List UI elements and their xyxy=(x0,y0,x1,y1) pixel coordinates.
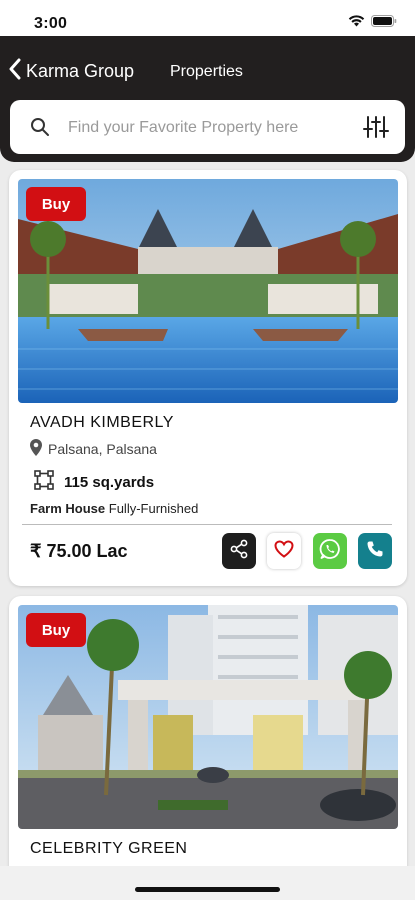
property-card[interactable]: Buy AVADH KIMBERLY Palsana, Palsana 115 … xyxy=(9,170,407,586)
whatsapp-icon xyxy=(319,538,341,565)
filter-sliders-icon[interactable] xyxy=(363,114,389,145)
property-area: 115 sq.yards xyxy=(30,470,154,494)
favorite-button[interactable] xyxy=(267,533,301,569)
phone-icon xyxy=(366,540,384,563)
status-time: 3:00 xyxy=(34,15,68,32)
nav-row: Karma Group Properties xyxy=(0,55,415,89)
property-name[interactable]: CELEBRITY GREEN xyxy=(30,840,187,858)
home-indicator[interactable] xyxy=(135,887,280,892)
furnishing-label: Fully-Furnished xyxy=(108,501,199,516)
search-input[interactable] xyxy=(68,114,328,142)
area-icon xyxy=(30,470,64,494)
location-text: Palsana, Palsana xyxy=(48,441,157,457)
wifi-icon xyxy=(348,15,365,27)
status-icons xyxy=(348,15,397,27)
area-text: 115 sq.yards xyxy=(64,473,155,491)
bottom-safe-area xyxy=(0,866,415,900)
buy-badge: Buy xyxy=(26,613,86,647)
whatsapp-button[interactable] xyxy=(313,533,347,569)
property-card[interactable]: Buy CELEBRITY GREEN xyxy=(9,596,407,886)
back-chevron-icon xyxy=(8,58,26,85)
search-icon xyxy=(30,117,50,142)
call-button[interactable] xyxy=(358,533,392,569)
property-price: ₹ 75.00 Lac xyxy=(30,541,128,561)
page-title: Properties xyxy=(170,63,243,80)
property-type: Farm House Fully-Furnished xyxy=(30,501,198,516)
search-bar xyxy=(10,100,405,154)
divider xyxy=(22,524,392,525)
location-pin-icon xyxy=(30,439,48,459)
share-icon xyxy=(229,539,249,564)
heart-icon xyxy=(274,539,294,563)
buy-badge: Buy xyxy=(26,187,86,221)
property-type-label: Farm House xyxy=(30,501,106,516)
share-button[interactable] xyxy=(222,533,256,569)
app-header: 3:00 Karma Group Properties xyxy=(0,0,415,162)
property-location: Palsana, Palsana xyxy=(30,439,157,459)
property-name[interactable]: AVADH KIMBERLY xyxy=(30,414,174,432)
back-button[interactable]: Karma Group xyxy=(8,58,134,85)
battery-icon xyxy=(371,15,397,27)
back-label: Karma Group xyxy=(26,61,135,81)
